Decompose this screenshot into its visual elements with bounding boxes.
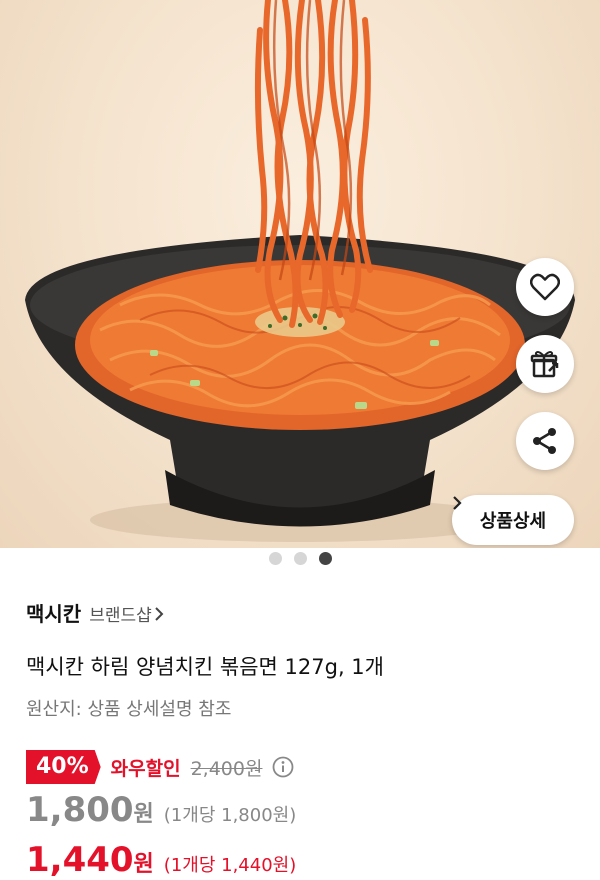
carousel-dot[interactable] [268,552,282,565]
coupon-price: 1,440 [26,840,134,880]
chevron-right-icon [453,496,462,510]
like-button[interactable] [516,258,574,316]
info-icon[interactable] [272,756,294,778]
gift-icon [530,351,559,378]
coupon-price-row: 1,440원 (1개당 1,440원) [26,840,296,880]
original-price: 2,400원 [190,757,263,780]
gift-button[interactable] [516,335,574,393]
product-detail-button[interactable]: 상품상세 [452,495,574,545]
coupon-unit-price: (1개당 1,440원) [163,855,297,876]
sale-price-row: 1,800원 (1개당 1,800원) [26,790,296,830]
carousel-dot-active[interactable] [318,552,332,565]
heart-icon [530,273,560,301]
carousel-dot[interactable] [293,552,307,565]
sale-currency: 원 [133,802,154,827]
noodle-bowl-illustration [25,0,575,542]
chevron-right-icon [155,606,164,621]
sale-unit-price: (1개당 1,800원) [163,805,297,826]
product-origin: 원산지: 상품 상세설명 참조 [26,699,232,720]
discount-label: 와우할인 [110,757,181,780]
coupon-currency: 원 [133,852,154,877]
sale-price: 1,800 [26,790,134,830]
brand-row: 맥시칸 브랜드샵 [26,598,164,627]
carousel-indicator [0,552,600,565]
product-image[interactable]: 상품상세 [0,0,600,548]
discount-rate-badge: 40% [26,750,101,784]
brand-shop-label: 브랜드샵 [89,606,152,626]
brand-name[interactable]: 맥시칸 [26,598,81,627]
share-button[interactable] [516,412,574,470]
discount-row: 40% 와우할인 2,400원 [26,750,294,784]
product-title: 맥시칸 하림 양념치킨 볶음면 127g, 1개 [26,655,384,679]
share-icon [533,428,556,454]
brand-shop-link[interactable]: 브랜드샵 [89,601,164,626]
product-detail-label: 상품상세 [479,511,547,532]
